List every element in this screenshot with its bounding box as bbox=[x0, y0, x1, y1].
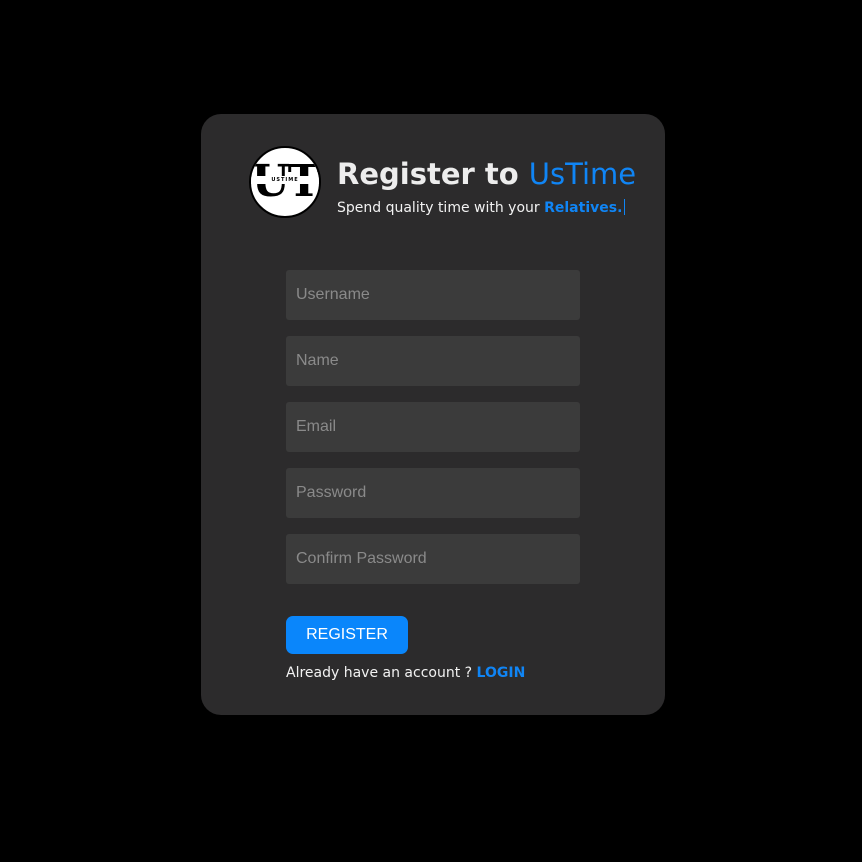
confirm-password-input[interactable] bbox=[286, 534, 580, 584]
password-input[interactable] bbox=[286, 468, 580, 518]
email-input[interactable] bbox=[286, 402, 580, 452]
login-link[interactable]: LOGIN bbox=[477, 665, 526, 681]
page-title: Register to UsTime bbox=[337, 154, 636, 194]
title-prefix: Register to bbox=[337, 157, 529, 191]
register-card: UT USTIME Register to UsTime Spend quali… bbox=[201, 114, 665, 715]
username-input[interactable] bbox=[286, 270, 580, 320]
subtitle-prefix: Spend quality time with your bbox=[337, 200, 545, 216]
title-brand: UsTime bbox=[528, 157, 637, 191]
typing-caret bbox=[624, 199, 626, 215]
login-prompt: Already have an account ? bbox=[286, 665, 477, 681]
register-button[interactable]: REGISTER bbox=[286, 616, 408, 654]
subtitle-accent: Relatives. bbox=[544, 200, 623, 216]
login-prompt-line: Already have an account ? LOGIN bbox=[286, 663, 525, 683]
ustime-logo: UT USTIME bbox=[249, 146, 321, 218]
logo-caption: USTIME bbox=[271, 177, 299, 183]
name-input[interactable] bbox=[286, 336, 580, 386]
page-subtitle: Spend quality time with your Relatives. bbox=[337, 198, 626, 218]
